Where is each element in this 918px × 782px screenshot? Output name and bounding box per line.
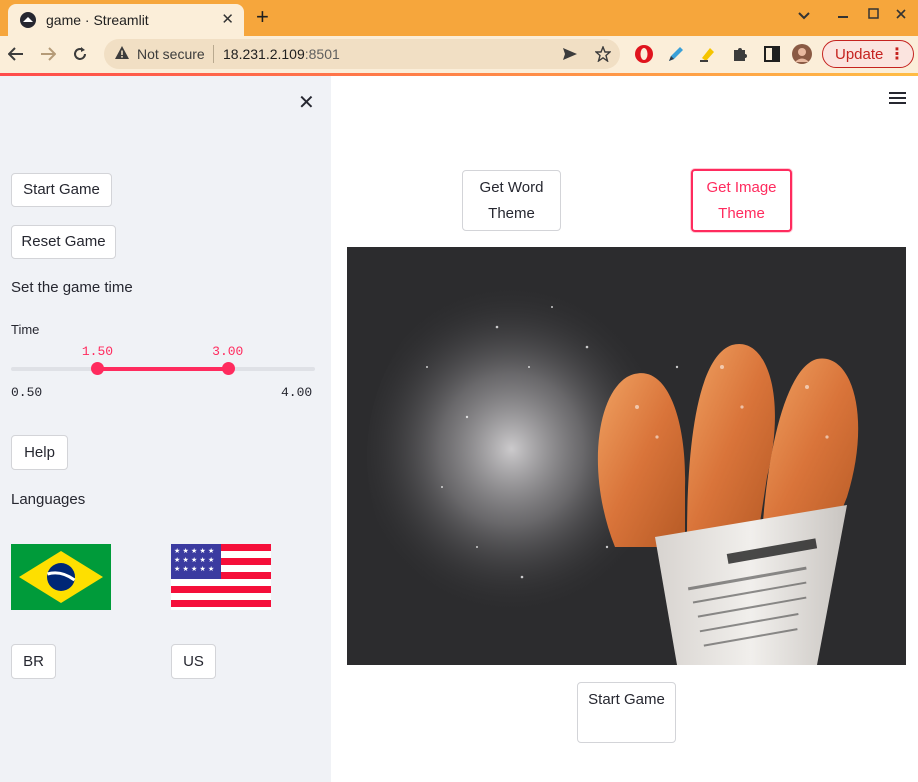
minimize-icon[interactable] (838, 16, 848, 18)
address-bar[interactable]: Not secure 18.231.2.109:8501 (104, 39, 620, 69)
bookmark-star-icon[interactable] (595, 46, 611, 62)
streamlit-icon (20, 12, 36, 28)
start-game-button[interactable]: Start Game (11, 173, 112, 207)
back-icon[interactable] (8, 47, 24, 61)
theme-image (347, 247, 906, 665)
new-tab-button[interactable]: + (256, 4, 269, 30)
sidebar: ✕ Start Game Reset Game Set the game tim… (0, 76, 331, 782)
warning-icon[interactable] (114, 45, 130, 61)
slider-min-label: 0.50 (11, 385, 43, 400)
slider-max-label: 4.00 (281, 385, 313, 400)
send-icon[interactable] (562, 47, 578, 61)
reload-icon[interactable] (72, 46, 88, 62)
close-tab-icon[interactable]: ✕ (221, 10, 234, 28)
url-port: :8501 (304, 46, 340, 62)
update-button[interactable]: Update ⋮ (822, 40, 914, 68)
slider-low-handle[interactable] (91, 362, 105, 375)
browser-toolbar: Not secure 18.231.2.109:8501 Update ⋮ (0, 36, 918, 74)
side-panel-icon[interactable] (762, 44, 782, 64)
help-button[interactable]: Help (11, 435, 68, 470)
svg-text:★ ★ ★ ★ ★: ★ ★ ★ ★ ★ (174, 547, 214, 555)
languages-heading: Languages (11, 491, 86, 508)
forward-icon[interactable] (40, 47, 56, 61)
us-flag-icon: ★ ★ ★ ★ ★ ★ ★ ★ ★ ★ ★ ★ ★ ★ ★ (171, 544, 271, 610)
main-menu-icon[interactable] (889, 92, 907, 106)
url-text[interactable]: 18.231.2.109:8501 (223, 46, 340, 62)
slider-selected-range (97, 367, 229, 371)
language-br-button[interactable]: BR (11, 644, 56, 679)
address-divider (213, 45, 214, 63)
slider-high-handle[interactable] (221, 362, 235, 375)
profile-avatar[interactable] (792, 44, 812, 64)
main-start-game-button[interactable]: Start Game (577, 682, 676, 743)
slider-high-value: 3.00 (212, 344, 244, 359)
more-options-icon[interactable]: ⋮ (889, 44, 905, 64)
slider-low-value: 1.50 (81, 344, 114, 359)
maximize-icon[interactable] (868, 8, 879, 19)
brazil-flag-icon (11, 544, 111, 610)
browser-tab[interactable]: game · Streamlit ✕ (8, 4, 244, 36)
highlighter-extension-icon[interactable] (698, 44, 718, 64)
opera-extension-icon[interactable] (634, 44, 654, 64)
security-label[interactable]: Not secure (137, 46, 205, 62)
tab-title: game · Streamlit (46, 12, 149, 28)
game-time-heading: Set the game time (11, 279, 133, 296)
svg-text:★ ★ ★ ★ ★: ★ ★ ★ ★ ★ (174, 565, 214, 573)
browser-tab-strip: game · Streamlit ✕ + (0, 0, 918, 36)
slider-label: Time (11, 322, 40, 337)
svg-text:★ ★ ★ ★ ★: ★ ★ ★ ★ ★ (174, 556, 214, 564)
get-word-theme-button[interactable]: Get Word Theme (462, 170, 561, 231)
close-sidebar-icon[interactable]: ✕ (298, 90, 315, 115)
reset-game-button[interactable]: Reset Game (11, 225, 116, 259)
time-range-slider[interactable] (11, 362, 315, 375)
get-image-theme-button[interactable]: Get Image Theme (691, 169, 792, 232)
pen-extension-icon[interactable] (666, 44, 686, 64)
extensions-puzzle-icon[interactable] (730, 44, 750, 64)
update-label: Update (835, 46, 884, 63)
tab-search-icon[interactable] (798, 11, 810, 21)
url-host: 18.231.2.109 (223, 46, 305, 62)
language-us-button[interactable]: US (171, 644, 216, 679)
close-window-icon[interactable] (896, 9, 906, 19)
